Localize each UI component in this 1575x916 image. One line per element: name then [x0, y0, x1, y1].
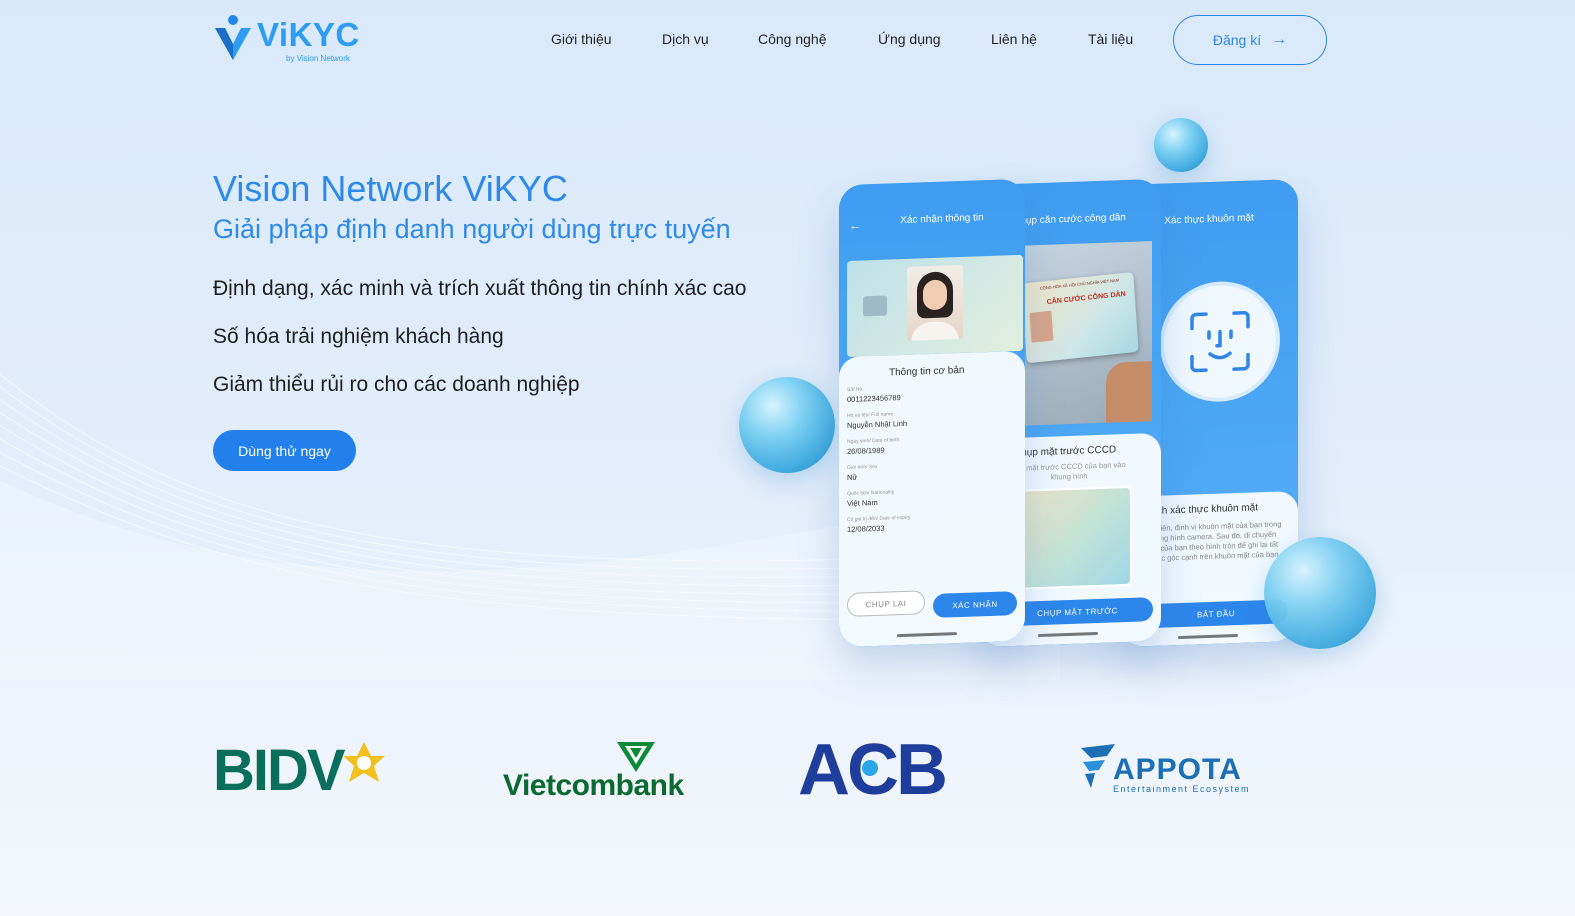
decorative-sphere-right: [1264, 537, 1376, 649]
home-indicator: [897, 632, 957, 638]
home-indicator: [1038, 632, 1098, 638]
decorative-sphere-left: [739, 377, 835, 473]
id-card-scan: [847, 254, 1023, 357]
field-value-nationality: Việt Nam: [847, 497, 878, 508]
partner-logo-appota[interactable]: APPOTA Entertainment Ecosystem: [1079, 744, 1254, 796]
field-value-number: 0011223456789: [847, 393, 901, 404]
person-body: [911, 321, 959, 341]
nav-item-cong-nghe[interactable]: Công nghệ: [758, 31, 827, 47]
field-label-name: Họ và tên/ Full name: [847, 411, 894, 419]
partner-logo-vietcombank[interactable]: Vietcombank: [503, 740, 684, 802]
field-label-sex: Giới tính/ Sex: [847, 463, 878, 471]
nav-item-tai-lieu[interactable]: Tài liệu: [1088, 31, 1133, 47]
bidv-star-icon: [343, 742, 385, 782]
id-card-country-text: CỘNG HÒA XÃ HỘI CHỦ NGHĨA VIỆT NAM: [1039, 277, 1120, 291]
nav-item-gioi-thieu[interactable]: Giới thiệu: [551, 31, 612, 47]
home-indicator: [1178, 633, 1238, 640]
hand-icon: [1106, 361, 1152, 423]
field-value-expiry: 12/08/2033: [847, 523, 885, 534]
face-id-icon: [1190, 311, 1250, 373]
confirm-button[interactable]: XÁC NHẬN: [933, 591, 1017, 618]
id-card-photo: [1029, 310, 1054, 343]
partner-logo-bidv[interactable]: BIDV: [213, 740, 388, 802]
vietcombank-text: Vietcombank: [503, 769, 684, 802]
vikyc-logo[interactable]: ViKYC by Vision Network: [213, 14, 363, 66]
person-face: [923, 279, 947, 311]
decorative-sphere-top: [1154, 118, 1208, 172]
field-label-number: Số/ No.: [847, 386, 864, 393]
hero-feature-3: Giảm thiểu rủi ro cho các doanh nghiệp: [213, 373, 580, 396]
id-card-front: CỘNG HÒA XÃ HỘI CHỦ NGHĨA VIỆT NAM CĂN C…: [1021, 271, 1139, 364]
field-label-nationality: Quốc tịch/ Nationality: [847, 489, 895, 497]
logo-text: ViKYC: [257, 16, 360, 53]
phone2-panel-title: Chụp mặt trước CCCD: [1014, 444, 1117, 459]
chip-icon: [863, 295, 887, 317]
phone3-panel-desc: Đầu tiên, định vị khuôn mặt của bạn tron…: [1142, 519, 1282, 564]
bidv-text: BIDV: [213, 738, 346, 803]
field-label-expiry: Có giá trị đến/ Date of expiry: [847, 514, 911, 523]
hero-title: Vision Network ViKYC: [213, 168, 568, 209]
field-value-dob: 26/08/1989: [847, 445, 885, 456]
retake-button[interactable]: CHỤP LẠI: [847, 590, 925, 617]
arrow-right-icon: →: [1271, 31, 1288, 48]
logo-subtext: by Vision Network: [286, 54, 350, 63]
signup-label: Đăng kí: [1212, 32, 1262, 48]
try-now-button[interactable]: Dùng thử ngay: [213, 430, 356, 471]
acb-dot-icon: [862, 760, 878, 776]
id-photo: [907, 264, 963, 341]
phone3-panel-title: Cách xác thực khuôn mặt: [1144, 502, 1258, 518]
nav-item-ung-dung[interactable]: Ứng dụng: [878, 31, 941, 47]
id-card-title: CĂN CƯỚC CÔNG DÂN: [1046, 290, 1126, 307]
appota-subtext: Entertainment Ecosystem: [1113, 784, 1251, 794]
hero-feature-2: Số hóa trải nghiệm khách hàng: [213, 325, 504, 348]
field-value-sex: Nữ: [847, 472, 858, 482]
nav-item-dich-vu[interactable]: Dịch vụ: [662, 31, 709, 47]
appota-text: APPOTA: [1113, 753, 1242, 786]
basic-info-title: Thông tin cơ bản: [889, 364, 965, 379]
signup-button[interactable]: Đăng kí →: [1173, 15, 1327, 65]
hero-subtitle: Giải pháp định danh người dùng trực tuyế…: [213, 214, 731, 244]
partner-logo-acb[interactable]: ACB: [798, 734, 953, 806]
vikyc-logo-mark-icon: [215, 15, 251, 60]
nav-item-lien-he[interactable]: Liên hệ: [991, 31, 1037, 47]
hero-feature-1: Định dạng, xác minh và trích xuất thông …: [213, 277, 747, 300]
field-label-dob: Ngày sinh/ Date of birth: [847, 437, 900, 445]
field-value-name: Nguyễn Nhật Linh: [847, 418, 908, 430]
phone-info-confirm: ← Xác nhận thông tin Thông tin cơ bản Số…: [839, 178, 1025, 648]
